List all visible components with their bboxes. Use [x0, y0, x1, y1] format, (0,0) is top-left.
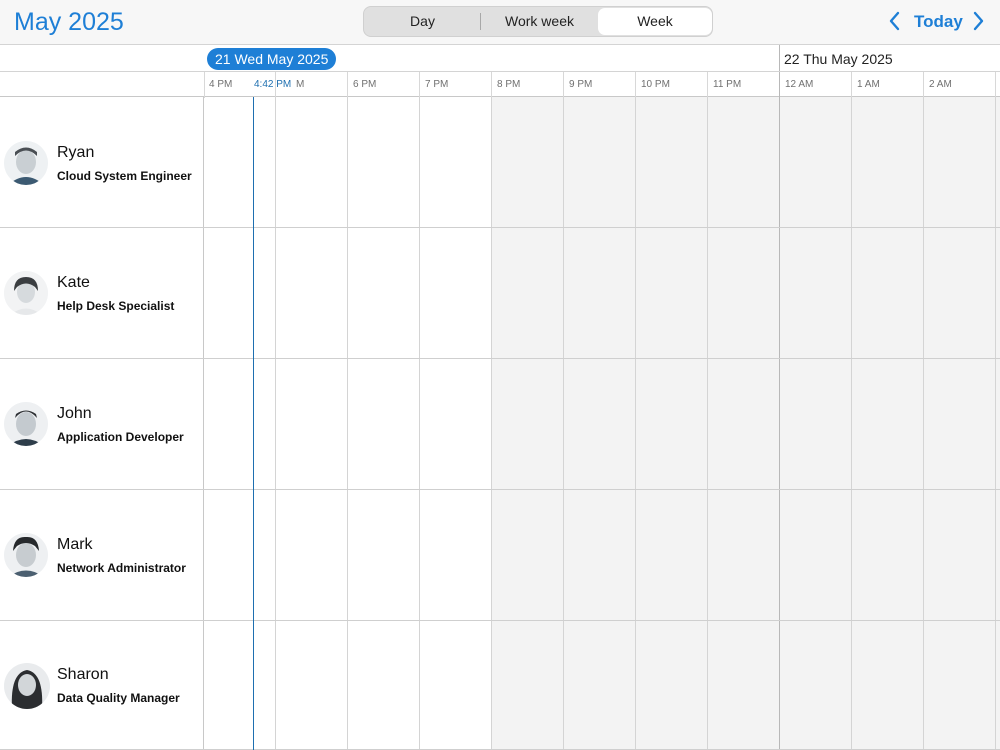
date-header-today[interactable]: 21 Wed May 2025: [207, 48, 337, 70]
resource-cell: Mark Network Administrator: [0, 490, 204, 620]
resource-row-john[interactable]: John Application Developer: [0, 359, 1000, 490]
hour-tick: [347, 72, 348, 98]
hour-label: 7 PM: [425, 79, 449, 90]
hour-label: 6 PM: [353, 79, 377, 90]
chevron-left-icon[interactable]: [887, 10, 903, 32]
hour-label: 1 AM: [857, 79, 880, 90]
avatar: [4, 141, 48, 185]
avatar: [4, 271, 48, 315]
avatar: [4, 533, 48, 577]
hour-tick: [491, 72, 492, 98]
day-separator: [779, 45, 780, 72]
hour-label: 4 PM: [209, 79, 233, 90]
avatar: [4, 663, 50, 709]
view-workweek-button[interactable]: Work week: [482, 8, 597, 35]
resource-cell: Kate Help Desk Specialist: [0, 228, 204, 358]
resource-row-sharon[interactable]: Sharon Data Quality Manager: [0, 621, 1000, 750]
resource-role: Help Desk Specialist: [57, 299, 175, 313]
hour-tick: [204, 72, 205, 98]
resource-cell: John Application Developer: [0, 359, 204, 489]
hour-label: M: [296, 79, 305, 90]
avatar: [4, 402, 48, 446]
hour-label: 2 AM: [929, 79, 952, 90]
resource-role: Data Quality Manager: [57, 691, 180, 705]
view-divider: [480, 13, 481, 30]
resource-cell: Sharon Data Quality Manager: [0, 621, 204, 749]
month-title[interactable]: May 2025: [14, 8, 124, 37]
resource-name: Sharon: [57, 666, 109, 683]
hour-tick: [995, 72, 996, 98]
hour-label: 11 PM: [713, 79, 742, 90]
resource-row-mark[interactable]: Mark Network Administrator: [0, 490, 1000, 621]
schedule-body: Ryan Cloud System Engineer Kate Help Des…: [0, 97, 1000, 750]
resource-name: Mark: [57, 536, 93, 553]
hour-label: 8 PM: [497, 79, 521, 90]
hour-label: 9 PM: [569, 79, 593, 90]
view-switcher: Day Work week Week: [363, 6, 713, 37]
calendar-header: May 2025 Day Work week Week Today: [0, 0, 1000, 44]
hour-tick: [635, 72, 636, 98]
resource-row-ryan[interactable]: Ryan Cloud System Engineer: [0, 97, 1000, 228]
current-time-label: 4:42 PM: [254, 79, 292, 90]
chevron-right-icon[interactable]: [970, 10, 986, 32]
resource-cell: Ryan Cloud System Engineer: [0, 97, 204, 227]
date-header-row: 21 Wed May 2025 22 Thu May 2025: [0, 44, 1000, 72]
hour-tick: [851, 72, 852, 98]
hour-header-row: 4 PM M 6 PM 7 PM 8 PM 9 PM 10 PM 11 PM 1…: [0, 71, 1000, 98]
resource-name: Kate: [57, 274, 90, 291]
today-button[interactable]: Today: [914, 12, 963, 32]
hour-label: 12 AM: [785, 79, 814, 90]
date-header-next[interactable]: 22 Thu May 2025: [784, 51, 893, 67]
view-week-button[interactable]: Week: [598, 8, 712, 35]
hour-tick: [779, 72, 780, 98]
hour-tick: [707, 72, 708, 98]
resource-name: Ryan: [57, 144, 95, 161]
hour-label: 10 PM: [641, 79, 670, 90]
hour-tick: [563, 72, 564, 98]
resource-role: Cloud System Engineer: [57, 169, 192, 183]
resource-role: Network Administrator: [57, 561, 186, 575]
current-time-indicator: [253, 97, 254, 750]
hour-tick: [419, 72, 420, 98]
resource-role: Application Developer: [57, 430, 184, 444]
view-day-button[interactable]: Day: [365, 8, 480, 35]
resource-name: John: [57, 405, 92, 422]
hour-tick: [923, 72, 924, 98]
resource-row-kate[interactable]: Kate Help Desk Specialist: [0, 228, 1000, 359]
timeline-grid: 21 Wed May 2025 22 Thu May 2025 4 PM M 6…: [0, 44, 1000, 750]
